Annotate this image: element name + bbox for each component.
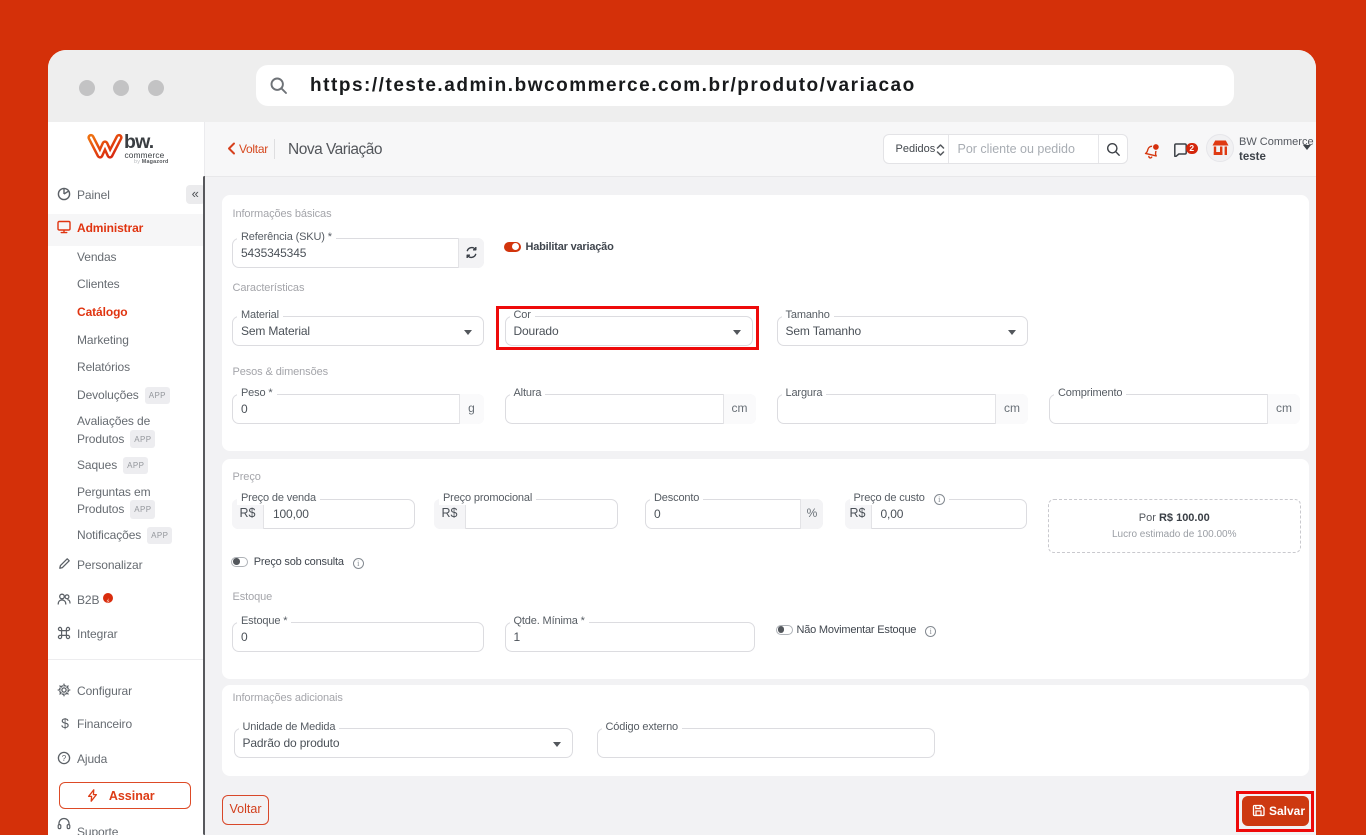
svg-text:?: ?	[62, 754, 67, 763]
